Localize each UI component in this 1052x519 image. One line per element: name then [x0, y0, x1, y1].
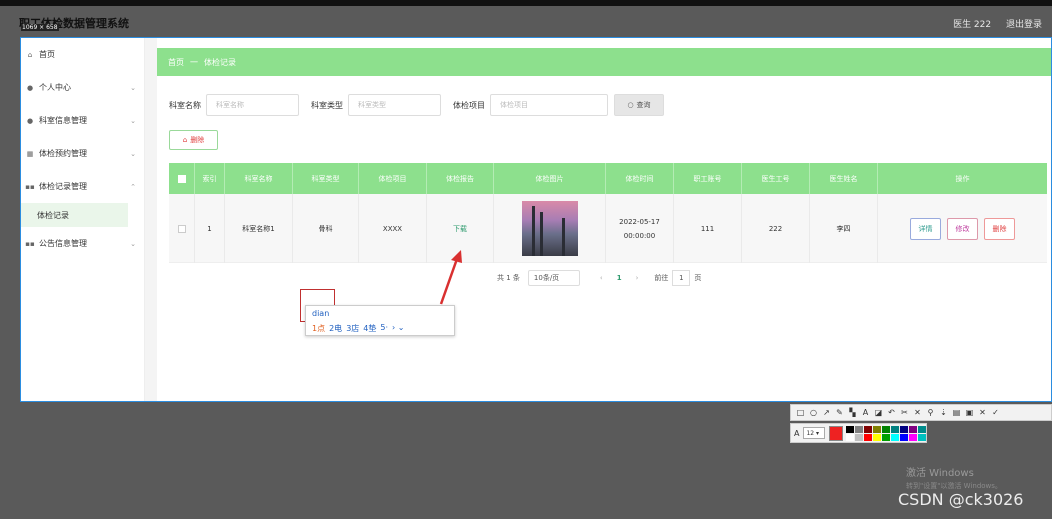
- annotation-style-bar: A 12 ▾: [790, 423, 927, 443]
- font-icon: A: [794, 428, 800, 438]
- ime-candidate[interactable]: 4垫: [363, 323, 376, 334]
- current-color-swatch[interactable]: [829, 425, 843, 441]
- confirm-icon[interactable]: ✓: [989, 408, 1002, 417]
- app-header: 职工体检数据管理系统 医生 222 退出登录: [0, 6, 1052, 38]
- logout-link[interactable]: 退出登录: [1006, 20, 1042, 30]
- cancel-icon[interactable]: ✕: [976, 408, 989, 417]
- rectangle-tool-icon[interactable]: □: [794, 408, 807, 417]
- ime-candidate[interactable]: 3店: [346, 323, 359, 334]
- screenshot-capture-area: ⌂ 首页 ● 个人中心 ⌄ ● 科室信息管理 ⌄ ▦ 体检预约管理 ⌄ ▪▪ 体…: [20, 37, 1052, 402]
- user-area: 医生 222 退出登录: [941, 17, 1042, 30]
- ime-next-page-icon[interactable]: › ⌄: [392, 323, 404, 334]
- erase-icon[interactable]: ✕: [911, 408, 924, 417]
- pen-tool-icon[interactable]: ✎: [833, 408, 846, 417]
- mosaic-tool-icon[interactable]: ▚: [846, 408, 859, 417]
- text-tool-icon[interactable]: A: [859, 408, 872, 417]
- user-label: 医生 222: [953, 20, 992, 30]
- ime-candidate[interactable]: 2电: [329, 323, 342, 334]
- arrow-tool-icon[interactable]: ↗: [820, 408, 833, 417]
- highlight-tool-icon[interactable]: ◪: [872, 408, 885, 417]
- capture-size-label: 1069 × 658: [21, 24, 59, 31]
- annotation-arrow: [439, 250, 462, 305]
- watermark-title: 激活 Windows: [906, 468, 974, 479]
- csdn-watermark: CSDN @ck3026: [898, 490, 1024, 509]
- ellipse-tool-icon[interactable]: ○: [807, 408, 820, 417]
- ime-candidate[interactable]: 1点: [312, 323, 325, 334]
- ime-candidates: 1点 2电 3店 4垫 5· › ⌄: [312, 323, 408, 334]
- ime-input-text: dian: [312, 309, 330, 318]
- font-size-select[interactable]: 12 ▾: [803, 427, 826, 439]
- ime-candidate[interactable]: 5·: [380, 323, 388, 334]
- ime-candidate-window: dian 1点 2电 3店 4垫 5· › ⌄: [305, 305, 455, 336]
- copy-icon[interactable]: ▣: [963, 408, 976, 417]
- windows-activation-watermark: 激活 Windows 转到"设置"以激活 Windows。: [906, 464, 1002, 491]
- scroll-capture-icon[interactable]: ⇣: [937, 408, 950, 417]
- pin-icon[interactable]: ✂: [898, 408, 911, 417]
- undo-icon[interactable]: ↶: [885, 408, 898, 417]
- color-palette[interactable]: [846, 425, 926, 441]
- save-icon[interactable]: ▤: [950, 408, 963, 417]
- screenshot-toolbar: □ ○ ↗ ✎ ▚ A ◪ ↶ ✂ ✕ ⚲ ⇣ ▤ ▣ ✕ ✓: [790, 404, 1052, 421]
- pin-to-screen-icon[interactable]: ⚲: [924, 408, 937, 417]
